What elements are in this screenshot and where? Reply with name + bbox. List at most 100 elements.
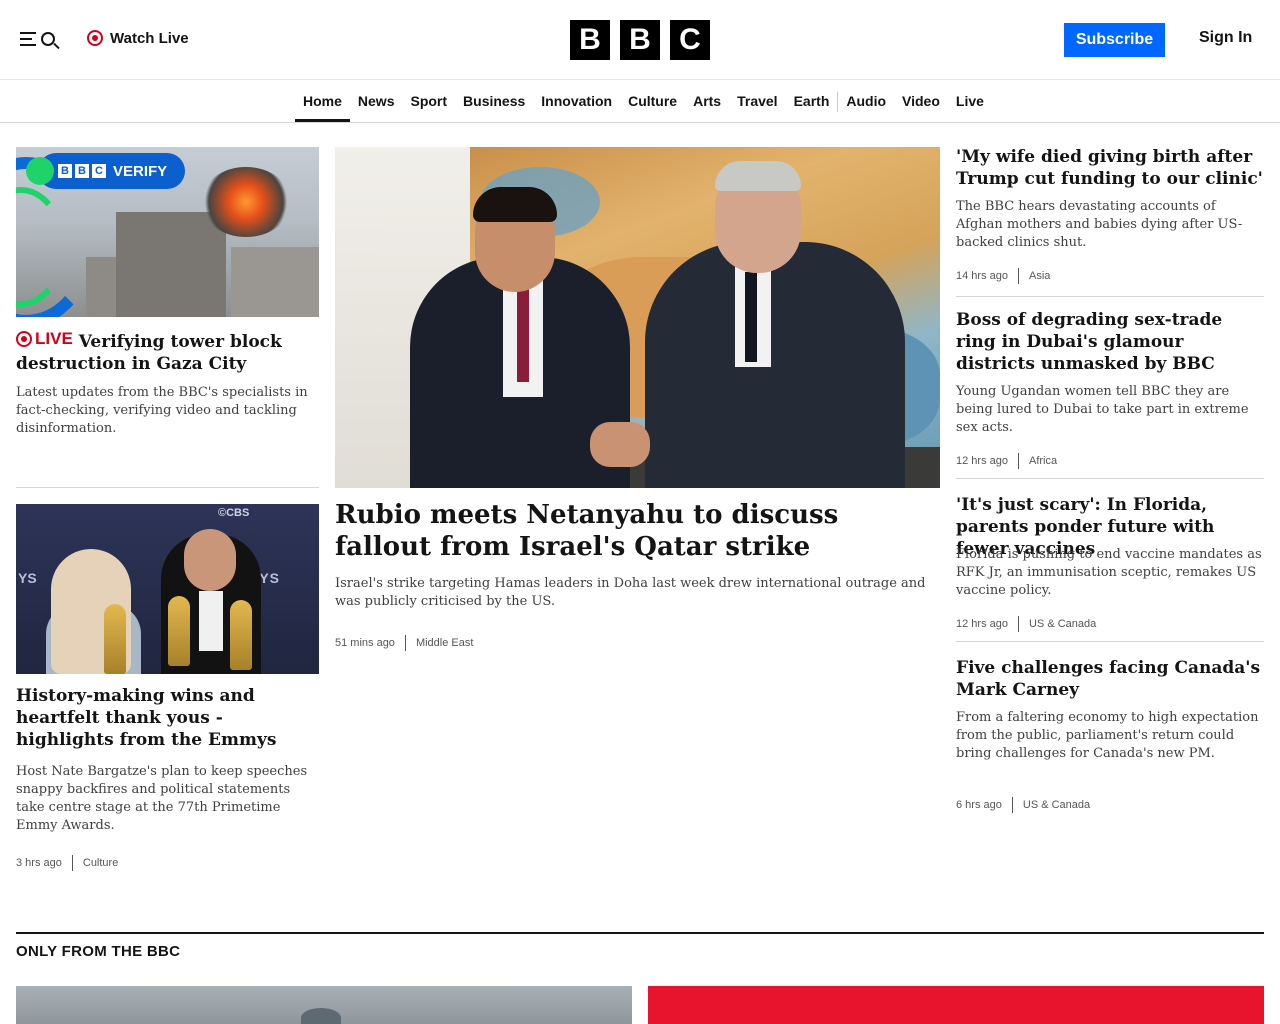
shirt-shape: [199, 591, 223, 651]
section-title: ONLY FROM THE BBC: [16, 943, 181, 960]
story-headline-right-1[interactable]: 'My wife died giving birth after Trump c…: [956, 146, 1264, 190]
section-story-image-1[interactable]: [16, 986, 632, 1024]
verify-logo-letter: B: [58, 164, 72, 178]
verify-badge-text: VERIFY: [113, 162, 168, 180]
logo-letter: B: [570, 20, 610, 60]
story-time: 12 hrs ago: [956, 455, 1008, 467]
story-category-link[interactable]: Culture: [83, 857, 118, 869]
nav-item-innovation[interactable]: Innovation: [533, 80, 620, 122]
image-text-left: YS: [18, 570, 37, 586]
meta-divider: [404, 635, 406, 651]
nav-item-video[interactable]: Video: [894, 80, 948, 122]
nav-item-home[interactable]: Home: [295, 80, 350, 122]
building-shape: [231, 247, 319, 317]
person-shape: [645, 242, 905, 488]
nav-list: Home News Sport Business Innovation Cult…: [295, 80, 992, 122]
story-category-link[interactable]: Asia: [1029, 270, 1050, 282]
story-time: 6 hrs ago: [956, 799, 1002, 811]
sign-in-button[interactable]: Sign In: [1199, 29, 1252, 47]
nav-item-culture[interactable]: Culture: [620, 80, 685, 122]
story-time: 3 hrs ago: [16, 857, 62, 869]
nav-item-business[interactable]: Business: [455, 80, 533, 122]
bbc-logo[interactable]: B B C: [570, 20, 710, 60]
story-divider: [956, 296, 1264, 297]
story-headline-right-2[interactable]: Boss of degrading sex-trade ring in Duba…: [956, 309, 1264, 375]
meta-divider: [1017, 616, 1019, 632]
story-image-main[interactable]: [335, 147, 940, 488]
verify-logo-letter: C: [92, 164, 106, 178]
tie-shape: [745, 272, 757, 362]
live-dot-icon: [87, 30, 103, 46]
nav-item-live[interactable]: Live: [948, 80, 992, 122]
story-category-link[interactable]: Africa: [1029, 455, 1057, 467]
watch-live-label: Watch Live: [110, 29, 189, 47]
story-image-emmys[interactable]: ©CBS YS MMYS: [16, 504, 319, 674]
live-label: LIVE: [16, 328, 73, 350]
story-meta-right-3: 12 hrs ago US & Canada: [956, 616, 1096, 632]
bbc-verify-badge: B B C VERIFY: [26, 153, 186, 189]
nav-item-arts[interactable]: Arts: [685, 80, 729, 122]
story-summary-right-4: From a faltering economy to high expecta…: [956, 710, 1259, 761]
meta-divider: [1017, 453, 1019, 469]
watch-live-link[interactable]: Watch Live: [87, 28, 189, 48]
story-category-link[interactable]: US & Canada: [1029, 618, 1096, 630]
nav-item-travel[interactable]: Travel: [729, 80, 785, 122]
hair-shape: [473, 187, 557, 222]
hair-shape: [715, 161, 801, 191]
building-shape: [116, 212, 226, 317]
verify-logo-letter: B: [75, 164, 89, 178]
story-divider: [956, 641, 1264, 642]
verify-dot-icon: [26, 157, 54, 185]
logo-letter: B: [620, 20, 660, 60]
story-category-link[interactable]: Middle East: [416, 637, 473, 649]
section-story-image-2[interactable]: [648, 986, 1264, 1024]
tie-shape: [517, 282, 529, 382]
story-headline-main[interactable]: Rubio meets Netanyahu to discuss fallout…: [335, 499, 940, 563]
search-icon: [41, 32, 55, 46]
emmy-statue-icon: [230, 600, 252, 670]
section-rule: [16, 932, 1264, 934]
nav-item-sport[interactable]: Sport: [402, 80, 455, 122]
story-divider: [956, 478, 1264, 479]
logo-letter: C: [670, 20, 710, 60]
live-label-text: LIVE: [35, 329, 73, 348]
story-category-link[interactable]: US & Canada: [1023, 799, 1090, 811]
story-summary-right-2: Young Ugandan women tell BBC they are be…: [956, 384, 1249, 435]
meta-divider: [71, 855, 73, 871]
story-meta-right-4: 6 hrs ago US & Canada: [956, 797, 1090, 813]
menu-icon: [20, 32, 36, 46]
story-time: 14 hrs ago: [956, 270, 1008, 282]
person-head-shape: [184, 529, 236, 591]
site-header: Watch Live B B C Subscribe Sign In: [0, 0, 1280, 80]
nav-item-audio[interactable]: Audio: [838, 80, 894, 122]
handshake-shape: [590, 422, 650, 467]
main-nav: Home News Sport Business Innovation Cult…: [0, 80, 1280, 123]
emmy-statue-icon: [104, 604, 126, 674]
story-meta-emmys: 3 hrs ago Culture: [16, 855, 118, 871]
nav-item-news[interactable]: News: [350, 80, 403, 122]
story-summary-emmys: Host Nate Bargatze's plan to keep speech…: [16, 764, 308, 833]
menu-search-button[interactable]: [20, 27, 64, 53]
story-summary-main: Israel's strike targeting Hamas leaders …: [335, 576, 926, 609]
meta-divider: [1011, 797, 1013, 813]
story-summary-right-3: Florida is pushing to end vaccine mandat…: [956, 547, 1262, 598]
story-meta-right-1: 14 hrs ago Asia: [956, 268, 1050, 284]
image-text-cbs: ©CBS: [218, 507, 250, 519]
story-image-verify[interactable]: B B C VERIFY: [16, 147, 319, 317]
story-meta-right-2: 12 hrs ago Africa: [956, 453, 1057, 469]
live-dot-icon: [16, 331, 32, 347]
emmy-statue-icon: [168, 596, 190, 666]
story-summary-right-1: The BBC hears devastating accounts of Af…: [956, 199, 1243, 250]
story-headline-emmys[interactable]: History-making wins and heartfelt thank …: [16, 685, 319, 751]
story-meta-main: 51 mins ago Middle East: [335, 635, 473, 651]
story-headline-verify[interactable]: LIVE Verifying tower block destruction in…: [16, 328, 319, 375]
nav-item-earth[interactable]: Earth: [786, 80, 838, 122]
story-time: 12 hrs ago: [956, 618, 1008, 630]
subscribe-button[interactable]: Subscribe: [1064, 23, 1165, 57]
meta-divider: [1017, 268, 1019, 284]
story-time: 51 mins ago: [335, 637, 395, 649]
whale-fin-shape: [301, 1008, 341, 1024]
story-summary-verify: Latest updates from the BBC's specialist…: [16, 385, 308, 436]
explosion-shape: [201, 167, 291, 237]
story-headline-right-4[interactable]: Five challenges facing Canada's Mark Car…: [956, 657, 1264, 701]
